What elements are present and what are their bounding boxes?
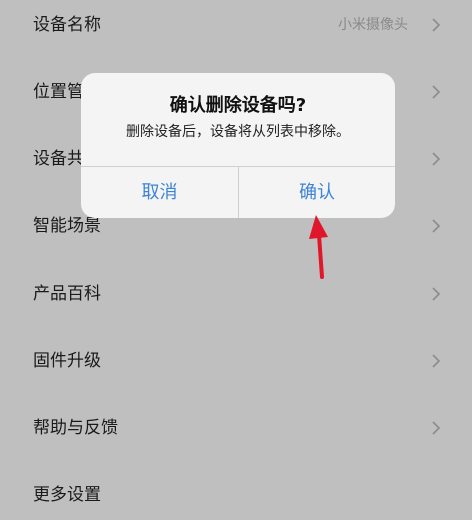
red-arrow-icon [309,215,328,279]
confirm-button[interactable]: 确认 [239,167,395,218]
cancel-button[interactable]: 取消 [81,167,238,218]
dialog-title: 确认删除设备吗? [169,95,307,116]
dialog-message: 删除设备后，设备将从列表中移除。 [126,124,350,140]
confirm-delete-dialog: 确认删除设备吗? 删除设备后，设备将从列表中移除。 取消 确认 [81,73,395,218]
